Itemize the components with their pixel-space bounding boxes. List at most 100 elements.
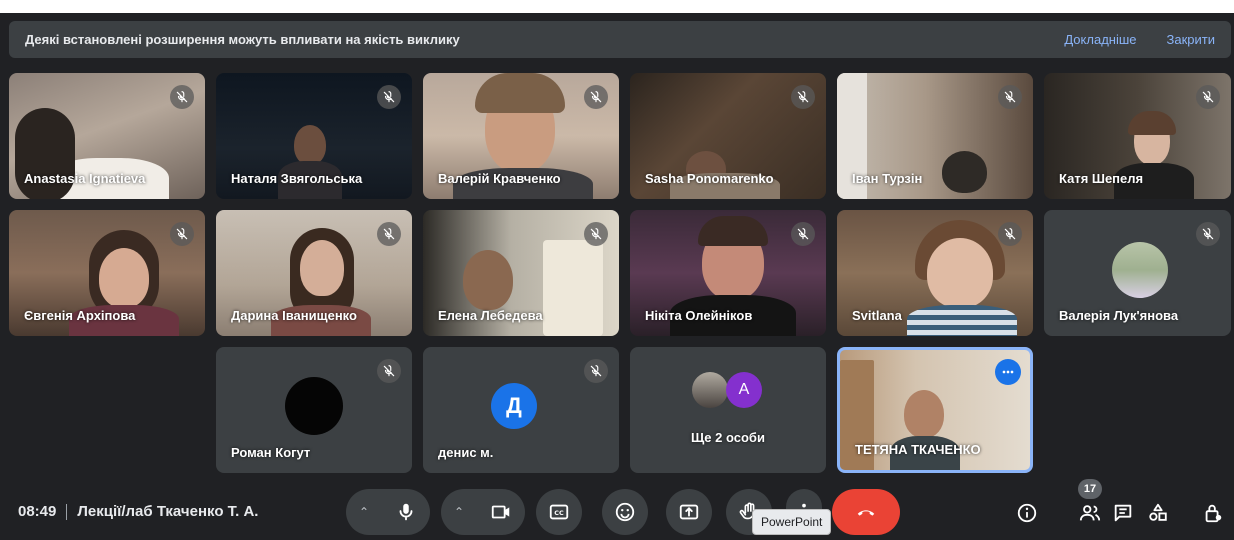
participant-tile[interactable]: Нікіта Олейніков: [630, 210, 826, 336]
emoji-icon: [615, 502, 635, 522]
video-figure: [904, 390, 944, 438]
participant-name: ТЕТЯНА ТКАЧЕНКО: [855, 442, 981, 457]
tooltip: PowerPoint: [752, 509, 832, 535]
participant-name: денис м.: [438, 445, 494, 460]
participant-name: Елена Лебедева: [438, 308, 543, 323]
people-icon: [1079, 505, 1101, 521]
participant-tile[interactable]: Sasha Ponomarenko: [630, 73, 826, 199]
participant-tile[interactable]: Д денис м.: [423, 347, 619, 473]
mic-off-icon: [998, 85, 1022, 109]
video-figure: [927, 238, 993, 308]
participant-avatar: [692, 372, 728, 408]
captions-button[interactable]: CC: [536, 489, 582, 535]
meeting-title: Лекції/лаб Ткаченко Т. А.: [77, 503, 259, 520]
mic-off-icon: [377, 85, 401, 109]
mic-off-icon: [377, 359, 401, 383]
mic-off-icon: [584, 85, 608, 109]
hangup-icon: [857, 510, 875, 516]
browser-top-strip: [0, 0, 1234, 13]
participant-name: Катя Шепеля: [1059, 171, 1144, 186]
captions-icon: CC: [549, 504, 569, 520]
participant-tile[interactable]: Роман Когут: [216, 347, 412, 473]
chat-icon: [1114, 504, 1132, 522]
mic-off-icon: [791, 222, 815, 246]
participant-name: Валерій Кравченко: [438, 171, 561, 186]
participant-tile[interactable]: Валерія Лук'янова: [1044, 210, 1231, 336]
more-participants-label: Ще 2 особи: [691, 430, 765, 445]
extensions-warning-banner: Деякі встановлені розширення можуть впли…: [9, 21, 1231, 58]
activities-button[interactable]: [1143, 498, 1173, 528]
video-figure: [698, 216, 768, 246]
mic-off-icon: [1196, 222, 1220, 246]
more-participants-tile[interactable]: А Ще 2 особи: [630, 347, 826, 473]
participant-name: Sasha Ponomarenko: [645, 171, 774, 186]
participant-name: Svitlana: [852, 308, 902, 323]
participant-avatar: [1112, 242, 1168, 298]
participant-name: Євгенія Архіпова: [24, 308, 136, 323]
video-figure: [942, 151, 987, 193]
video-figure: [300, 240, 344, 296]
video-figure: [99, 248, 149, 308]
banner-message: Деякі встановлені розширення можуть впли…: [25, 32, 460, 47]
meeting-details-button[interactable]: [1012, 498, 1042, 528]
video-figure: [907, 305, 1017, 336]
mic-off-icon: [584, 359, 608, 383]
meeting-info: 08:49 Лекції/лаб Ткаченко Т. А.: [18, 503, 259, 521]
learn-more-link[interactable]: Докладніше: [1064, 32, 1136, 47]
avatar-initial: А: [738, 381, 750, 398]
mic-off-icon: [170, 85, 194, 109]
participant-tile[interactable]: Катя Шепеля: [1044, 73, 1231, 199]
video-figure: [463, 250, 513, 310]
present-icon: [679, 504, 699, 520]
mic-off-icon: [584, 222, 608, 246]
chevron-up-icon[interactable]: ⌃: [359, 505, 369, 519]
camera-control-group[interactable]: ⌃: [441, 489, 525, 535]
mic-control-group[interactable]: ⌃: [346, 489, 430, 535]
participant-tile[interactable]: Дарина Іванищенко: [216, 210, 412, 336]
emoji-button[interactable]: [602, 489, 648, 535]
self-view-tile[interactable]: ТЕТЯНА ТКАЧЕНКО: [837, 347, 1033, 473]
participant-tile[interactable]: Євгенія Архіпова: [9, 210, 205, 336]
participant-tile[interactable]: Валерій Кравченко: [423, 73, 619, 199]
mic-off-icon: [170, 222, 194, 246]
host-controls-button[interactable]: [1198, 498, 1228, 528]
mic-icon[interactable]: [395, 501, 417, 523]
participant-name: Валерія Лук'янова: [1059, 308, 1179, 323]
participant-name: Anastasia Ignatieva: [24, 171, 146, 186]
participant-tile[interactable]: Елена Лебедева: [423, 210, 619, 336]
participant-name: Іван Турзін: [852, 171, 923, 186]
participant-avatar-initial: А: [726, 372, 762, 408]
meeting-time: 08:49: [18, 503, 57, 520]
people-button[interactable]: [1075, 498, 1105, 528]
participant-tile[interactable]: Наталя Звягольська: [216, 73, 412, 199]
participant-tile[interactable]: Іван Турзін: [837, 73, 1033, 199]
more-options-icon[interactable]: [995, 359, 1021, 385]
present-screen-button[interactable]: [666, 489, 712, 535]
info-icon: [1017, 503, 1037, 523]
mic-off-icon: [377, 222, 401, 246]
chat-button[interactable]: [1108, 498, 1138, 528]
mic-off-icon: [791, 85, 815, 109]
video-figure: [475, 73, 565, 113]
video-figure: [1128, 111, 1176, 135]
participant-avatar-initial: Д: [491, 383, 537, 429]
lock-person-icon: [1205, 504, 1222, 523]
close-banner-link[interactable]: Закрити: [1167, 32, 1215, 47]
participant-tile[interactable]: Anastasia Ignatieva: [9, 73, 205, 199]
participant-name: Дарина Іванищенко: [231, 308, 357, 323]
people-count-badge: 17: [1078, 479, 1102, 499]
mic-off-icon: [998, 222, 1022, 246]
leave-call-button[interactable]: [832, 489, 900, 535]
video-figure: [294, 125, 326, 165]
participant-tile[interactable]: Svitlana: [837, 210, 1033, 336]
svg-text:CC: CC: [554, 509, 564, 517]
participant-name: Нікіта Олейніков: [645, 308, 753, 323]
chevron-up-icon[interactable]: ⌃: [454, 505, 464, 519]
avatar-initial: Д: [506, 393, 522, 418]
mic-off-icon: [1196, 85, 1220, 109]
camera-icon[interactable]: [490, 501, 512, 523]
participant-name: Наталя Звягольська: [231, 171, 363, 186]
activities-icon: [1149, 503, 1167, 521]
participant-avatar: [285, 377, 343, 435]
video-figure: [543, 240, 603, 336]
